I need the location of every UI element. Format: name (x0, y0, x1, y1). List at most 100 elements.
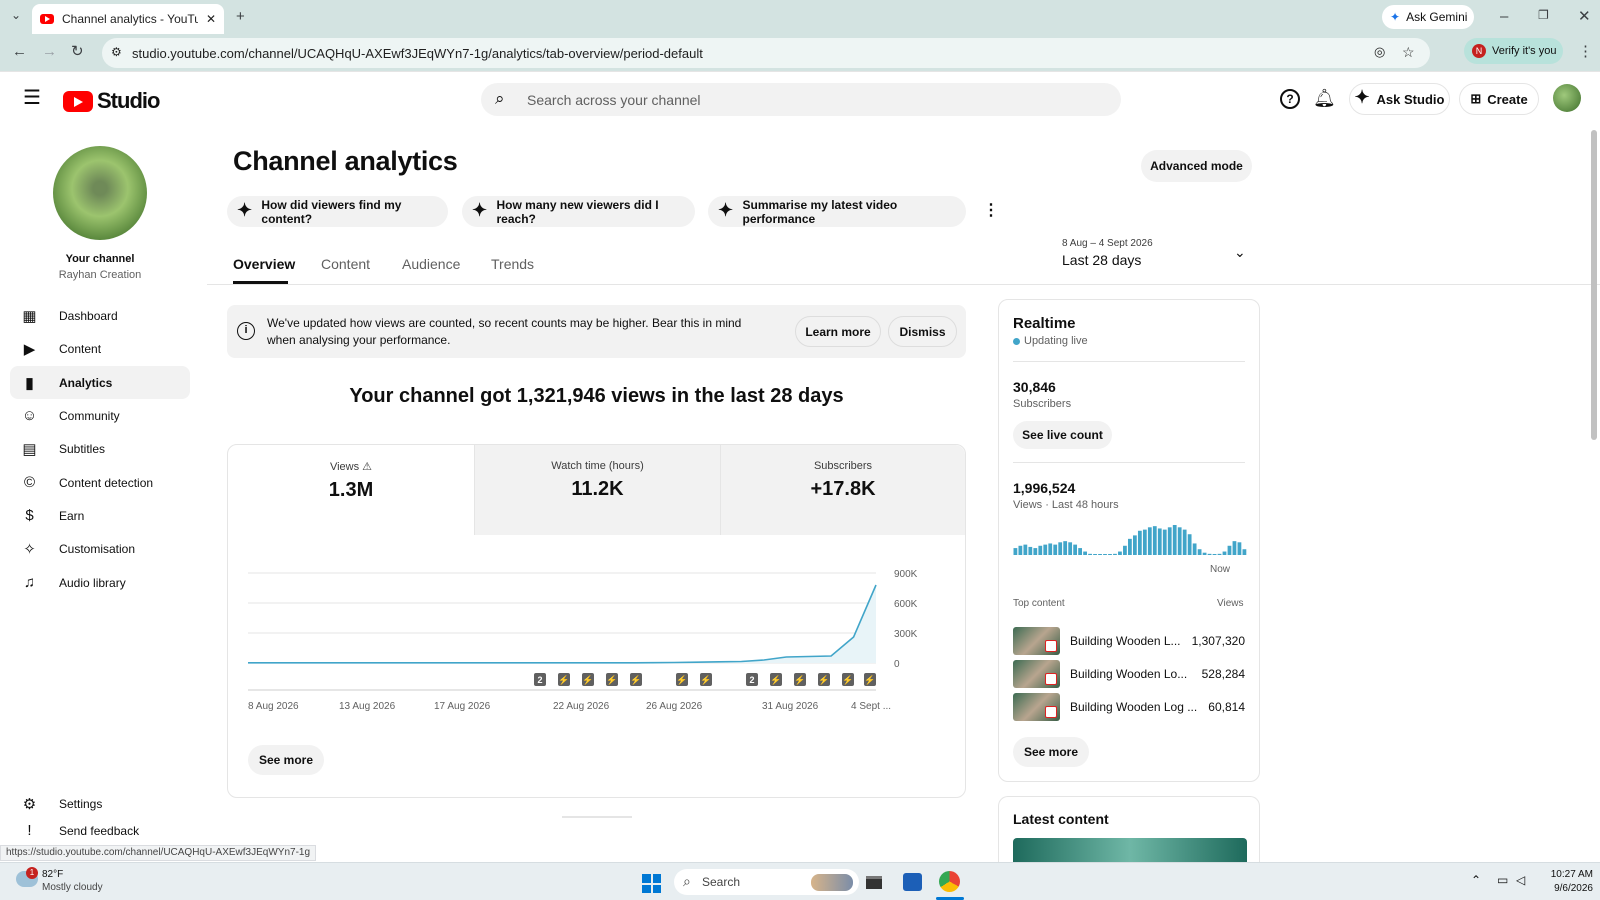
sidebar-item-earn[interactable]: $ Earn (10, 499, 190, 532)
close-window-icon[interactable]: ✕ (1578, 9, 1591, 24)
site-info-icon[interactable]: ⚙ (111, 45, 122, 59)
see-more-realtime-button[interactable]: See more (1013, 737, 1089, 767)
video-views: 528,284 (1201, 667, 1245, 681)
realtime-bar (1113, 553, 1117, 555)
date-range-selector[interactable]: 8 Aug – 4 Sept 2026 Last 28 days ⌄ (1062, 238, 1252, 270)
see-more-chart-button[interactable]: See more (248, 745, 324, 775)
metric-views[interactable]: Views ⚠ 1.3M (228, 445, 474, 535)
network-icon[interactable]: ▭ (1497, 873, 1508, 887)
new-tab-icon[interactable]: + (236, 9, 245, 24)
updating-live-text: Updating live (1024, 335, 1088, 347)
sidebar-item-label: Subtitles (59, 441, 106, 456)
close-tab-icon[interactable]: ✕ (206, 12, 216, 26)
tab-audience[interactable]: Audience (402, 256, 460, 272)
browser-tab[interactable]: Channel analytics - YouTube St ✕ (32, 4, 224, 34)
ask-gemini-label: Ask Gemini (1406, 10, 1468, 24)
series-area (248, 585, 876, 663)
search-input[interactable]: ⌕ Search across your channel (481, 83, 1121, 116)
hamburger-menu-icon[interactable]: ☰ (23, 88, 41, 108)
sidebar-item-customisation[interactable]: ✧ Customisation (10, 532, 190, 565)
sidebar-item-content[interactable]: ▶ Content (10, 332, 190, 365)
top-content-row[interactable]: Building Wooden Log ... 60,814 (1013, 693, 1245, 721)
notifications-bell-icon[interactable]: 🔔︎ (1313, 88, 1336, 109)
browser-menu-icon[interactable]: ⋮ (1578, 44, 1593, 59)
tab-content[interactable]: Content (321, 256, 370, 272)
ask-gemini-button[interactable]: ✦ Ask Gemini (1382, 5, 1474, 29)
bookmark-star-icon[interactable]: ☆ (1402, 44, 1415, 61)
tab-trends[interactable]: Trends (491, 256, 534, 272)
tab-search-icon[interactable]: ⌄ (11, 9, 21, 21)
weather-text[interactable]: Mostly cloudy (42, 882, 103, 893)
ask-studio-button[interactable]: Ask Studio (1349, 83, 1450, 115)
account-avatar[interactable] (1553, 84, 1581, 112)
realtime-bar (1033, 548, 1038, 555)
forward-icon[interactable]: → (42, 44, 57, 59)
microsoft-store-icon[interactable] (903, 873, 922, 891)
tray-chevron-icon[interactable]: ⌃ (1471, 873, 1481, 887)
latest-video-thumbnail[interactable] (1013, 838, 1247, 865)
suggestion-chip-new-viewers[interactable]: How many new viewers did I reach? (462, 196, 695, 227)
audio-library-icon: ♫ (23, 574, 36, 591)
channel-avatar[interactable] (53, 146, 147, 240)
help-icon[interactable]: ? (1280, 89, 1300, 109)
subtitles-icon: ▤ (22, 440, 37, 458)
sparkle-icon (237, 201, 252, 220)
metric-subscribers[interactable]: Subscribers +17.8K (720, 445, 965, 535)
url-input[interactable]: ⚙ studio.youtube.com/channel/UCAQHqU-AXE… (102, 38, 1430, 68)
metric-watch-time[interactable]: Watch time (hours) 11.2K (474, 445, 720, 535)
sidebar-item-community[interactable]: ☺ Community (10, 399, 190, 432)
sidebar-item-feedback[interactable]: ! Send feedback (10, 820, 190, 842)
back-icon[interactable]: ← (12, 44, 27, 59)
minimize-icon[interactable]: – (1500, 9, 1508, 24)
restore-icon[interactable]: ❐ (1538, 9, 1549, 21)
learn-more-button[interactable]: Learn more (795, 316, 881, 347)
realtime-subscribers-value: 30,846 (1013, 379, 1056, 395)
suggestion-chip-discovery[interactable]: How did viewers find my content? (227, 196, 448, 227)
create-button[interactable]: ⊞ Create (1459, 83, 1539, 115)
ask-studio-label: Ask Studio (1376, 91, 1445, 107)
taskbar-search[interactable]: ⌕ Search (674, 869, 859, 895)
clock-date[interactable]: 9/6/2026 (1533, 883, 1593, 894)
metric-value: +17.8K (810, 478, 876, 500)
marker-count-label: 2 (537, 675, 542, 685)
sidebar-item-settings[interactable]: ⚙ Settings (10, 787, 190, 820)
temperature-text[interactable]: 82°F (42, 869, 63, 880)
y-tick-label: 600K (894, 599, 918, 610)
realtime-bar (1028, 546, 1033, 555)
studio-logo[interactable]: Studio (63, 88, 160, 114)
verify-button[interactable]: N Verify it's you (1464, 38, 1563, 64)
sidebar-item-dashboard[interactable]: ▦ Dashboard (10, 299, 190, 332)
top-content-row[interactable]: Building Wooden L... 1,307,320 (1013, 627, 1245, 655)
video-title: Building Wooden L... (1070, 634, 1181, 648)
sidebar-item-analytics[interactable]: ▮ Analytics (10, 366, 190, 399)
suggestion-chip-summary[interactable]: Summarise my latest video performance (708, 196, 966, 227)
scrollbar-thumb[interactable] (1591, 130, 1597, 440)
eye-off-icon[interactable]: ◎ (1374, 44, 1385, 60)
see-live-count-button[interactable]: See live count (1013, 421, 1112, 449)
search-icon: ⌕ (683, 873, 691, 889)
y-tick-label: 900K (894, 569, 918, 580)
search-placeholder: Search across your channel (527, 91, 701, 108)
sidebar-item-content-detection[interactable]: © Content detection (10, 466, 190, 499)
chrome-icon[interactable] (939, 871, 960, 892)
task-view-icon[interactable] (866, 876, 882, 889)
realtime-bar (1078, 548, 1083, 555)
sidebar-item-audio-library[interactable]: ♫ Audio library (10, 566, 190, 599)
tab-overview[interactable]: Overview (233, 256, 295, 272)
sidebar-item-label: Send feedback (59, 824, 140, 838)
scroll-indicator (562, 816, 632, 818)
shorts-marker-glyph: ⚡ (630, 674, 641, 686)
sidebar-item-subtitles[interactable]: ▤ Subtitles (10, 432, 190, 465)
top-content-row[interactable]: Building Wooden Lo... 528,284 (1013, 660, 1245, 688)
weather-badge: 1 (26, 867, 38, 879)
divider (1013, 361, 1245, 362)
clock-time[interactable]: 10:27 AM (1533, 869, 1593, 880)
volume-icon[interactable]: ◁ (1516, 873, 1525, 887)
reload-icon[interactable]: ↻ (71, 44, 84, 59)
more-options-icon[interactable]: ⋮ (983, 200, 999, 220)
sidebar-item-label: Analytics (59, 375, 113, 390)
dismiss-button[interactable]: Dismiss (888, 316, 957, 347)
advanced-mode-button[interactable]: Advanced mode (1141, 150, 1252, 182)
windows-start-icon[interactable] (642, 874, 661, 893)
shorts-marker-glyph: ⚡ (582, 674, 593, 686)
